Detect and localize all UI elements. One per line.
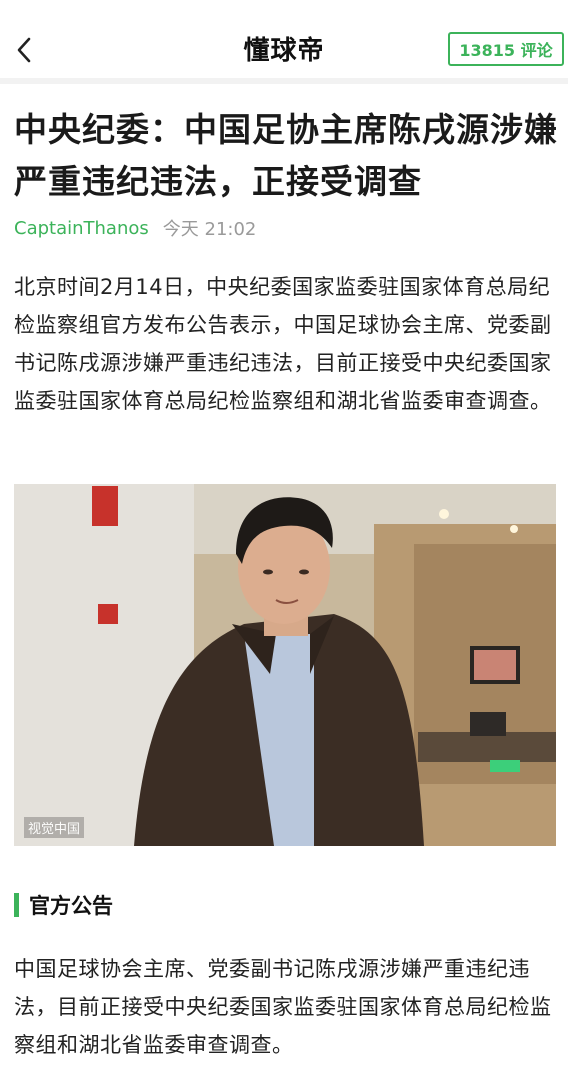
article-title: 中央纪委：中国足协主席陈戌源涉嫌严重违纪违法，正接受调查 <box>14 110 558 201</box>
article-paragraph-2: 中国足球协会主席、党委副书记陈戌源涉嫌严重违纪违法，目前正接受中央纪委国家监委驻… <box>14 957 552 1057</box>
article-page: 懂球帝 13815 评论 中央纪委：中国足协主席陈戌源涉嫌严重违纪违法，正接受调… <box>0 0 568 1092</box>
section-heading: 官方公告 <box>14 890 113 920</box>
comments-button[interactable]: 13815 评论 <box>448 32 564 66</box>
photo-watermark: 视觉中国 <box>24 817 85 838</box>
section-accent-bar <box>14 893 19 917</box>
author-link[interactable]: CaptainThanos <box>14 218 149 239</box>
top-bar: 懂球帝 13815 评论 <box>0 0 568 78</box>
article-paragraph: 北京时间2月14日，中央纪委国家监委驻国家体育总局纪检监察组官方发布公告表示，中… <box>14 275 552 413</box>
header-divider <box>0 78 568 84</box>
article-photo[interactable]: 视觉中国 <box>14 484 556 846</box>
publish-time: 今天 21:02 <box>162 219 257 240</box>
article-meta: CaptainThanos 今天 21:02 <box>14 216 257 241</box>
photo-illustration <box>14 484 556 846</box>
section-title: 官方公告 <box>29 894 113 918</box>
